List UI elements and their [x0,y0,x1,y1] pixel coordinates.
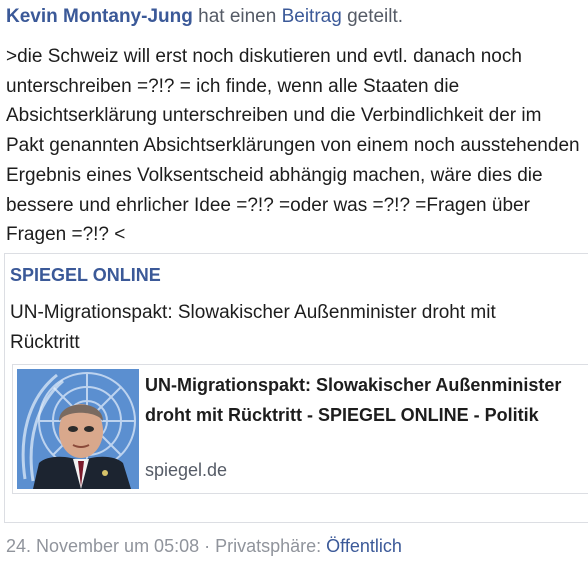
privacy-setting-link[interactable]: Öffentlich [326,536,402,556]
preview-title[interactable]: UN-Migrationspakt: Slowakischer Außenmin… [145,371,585,430]
post-body-text: >die Schweiz will erst noch diskutieren … [6,46,580,246]
shared-source-link[interactable]: SPIEGEL ONLINE [10,264,161,286]
un-emblem-person-photo-icon [17,369,139,489]
privacy-label: Privatsphäre: [215,536,327,556]
post-link[interactable]: Beitrag [282,6,342,27]
link-preview[interactable]: UN-Migrationspakt: Slowakischer Außenmin… [12,364,588,494]
preview-thumbnail [17,369,139,489]
post-header: Kevin Montany-Jung hat einen Beitrag get… [6,5,586,29]
preview-domain: spiegel.de [145,460,228,480]
header-suffix: geteilt. [341,6,404,27]
post-footer: 24. November um 05:08 · Privatsphäre: Öf… [6,535,402,557]
footer-separator: · [199,536,216,556]
author-name-link[interactable]: Kevin Montany-Jung [6,6,193,27]
header-verb: hat einen [192,6,282,27]
shared-headline: UN-Migrationspakt: Slowakischer Außenmin… [10,302,496,353]
shared-post-card[interactable]: SPIEGEL ONLINE UN-Migrationspakt: Slowak… [4,253,588,523]
post-timestamp[interactable]: 24. November um 05:08 [6,536,199,556]
